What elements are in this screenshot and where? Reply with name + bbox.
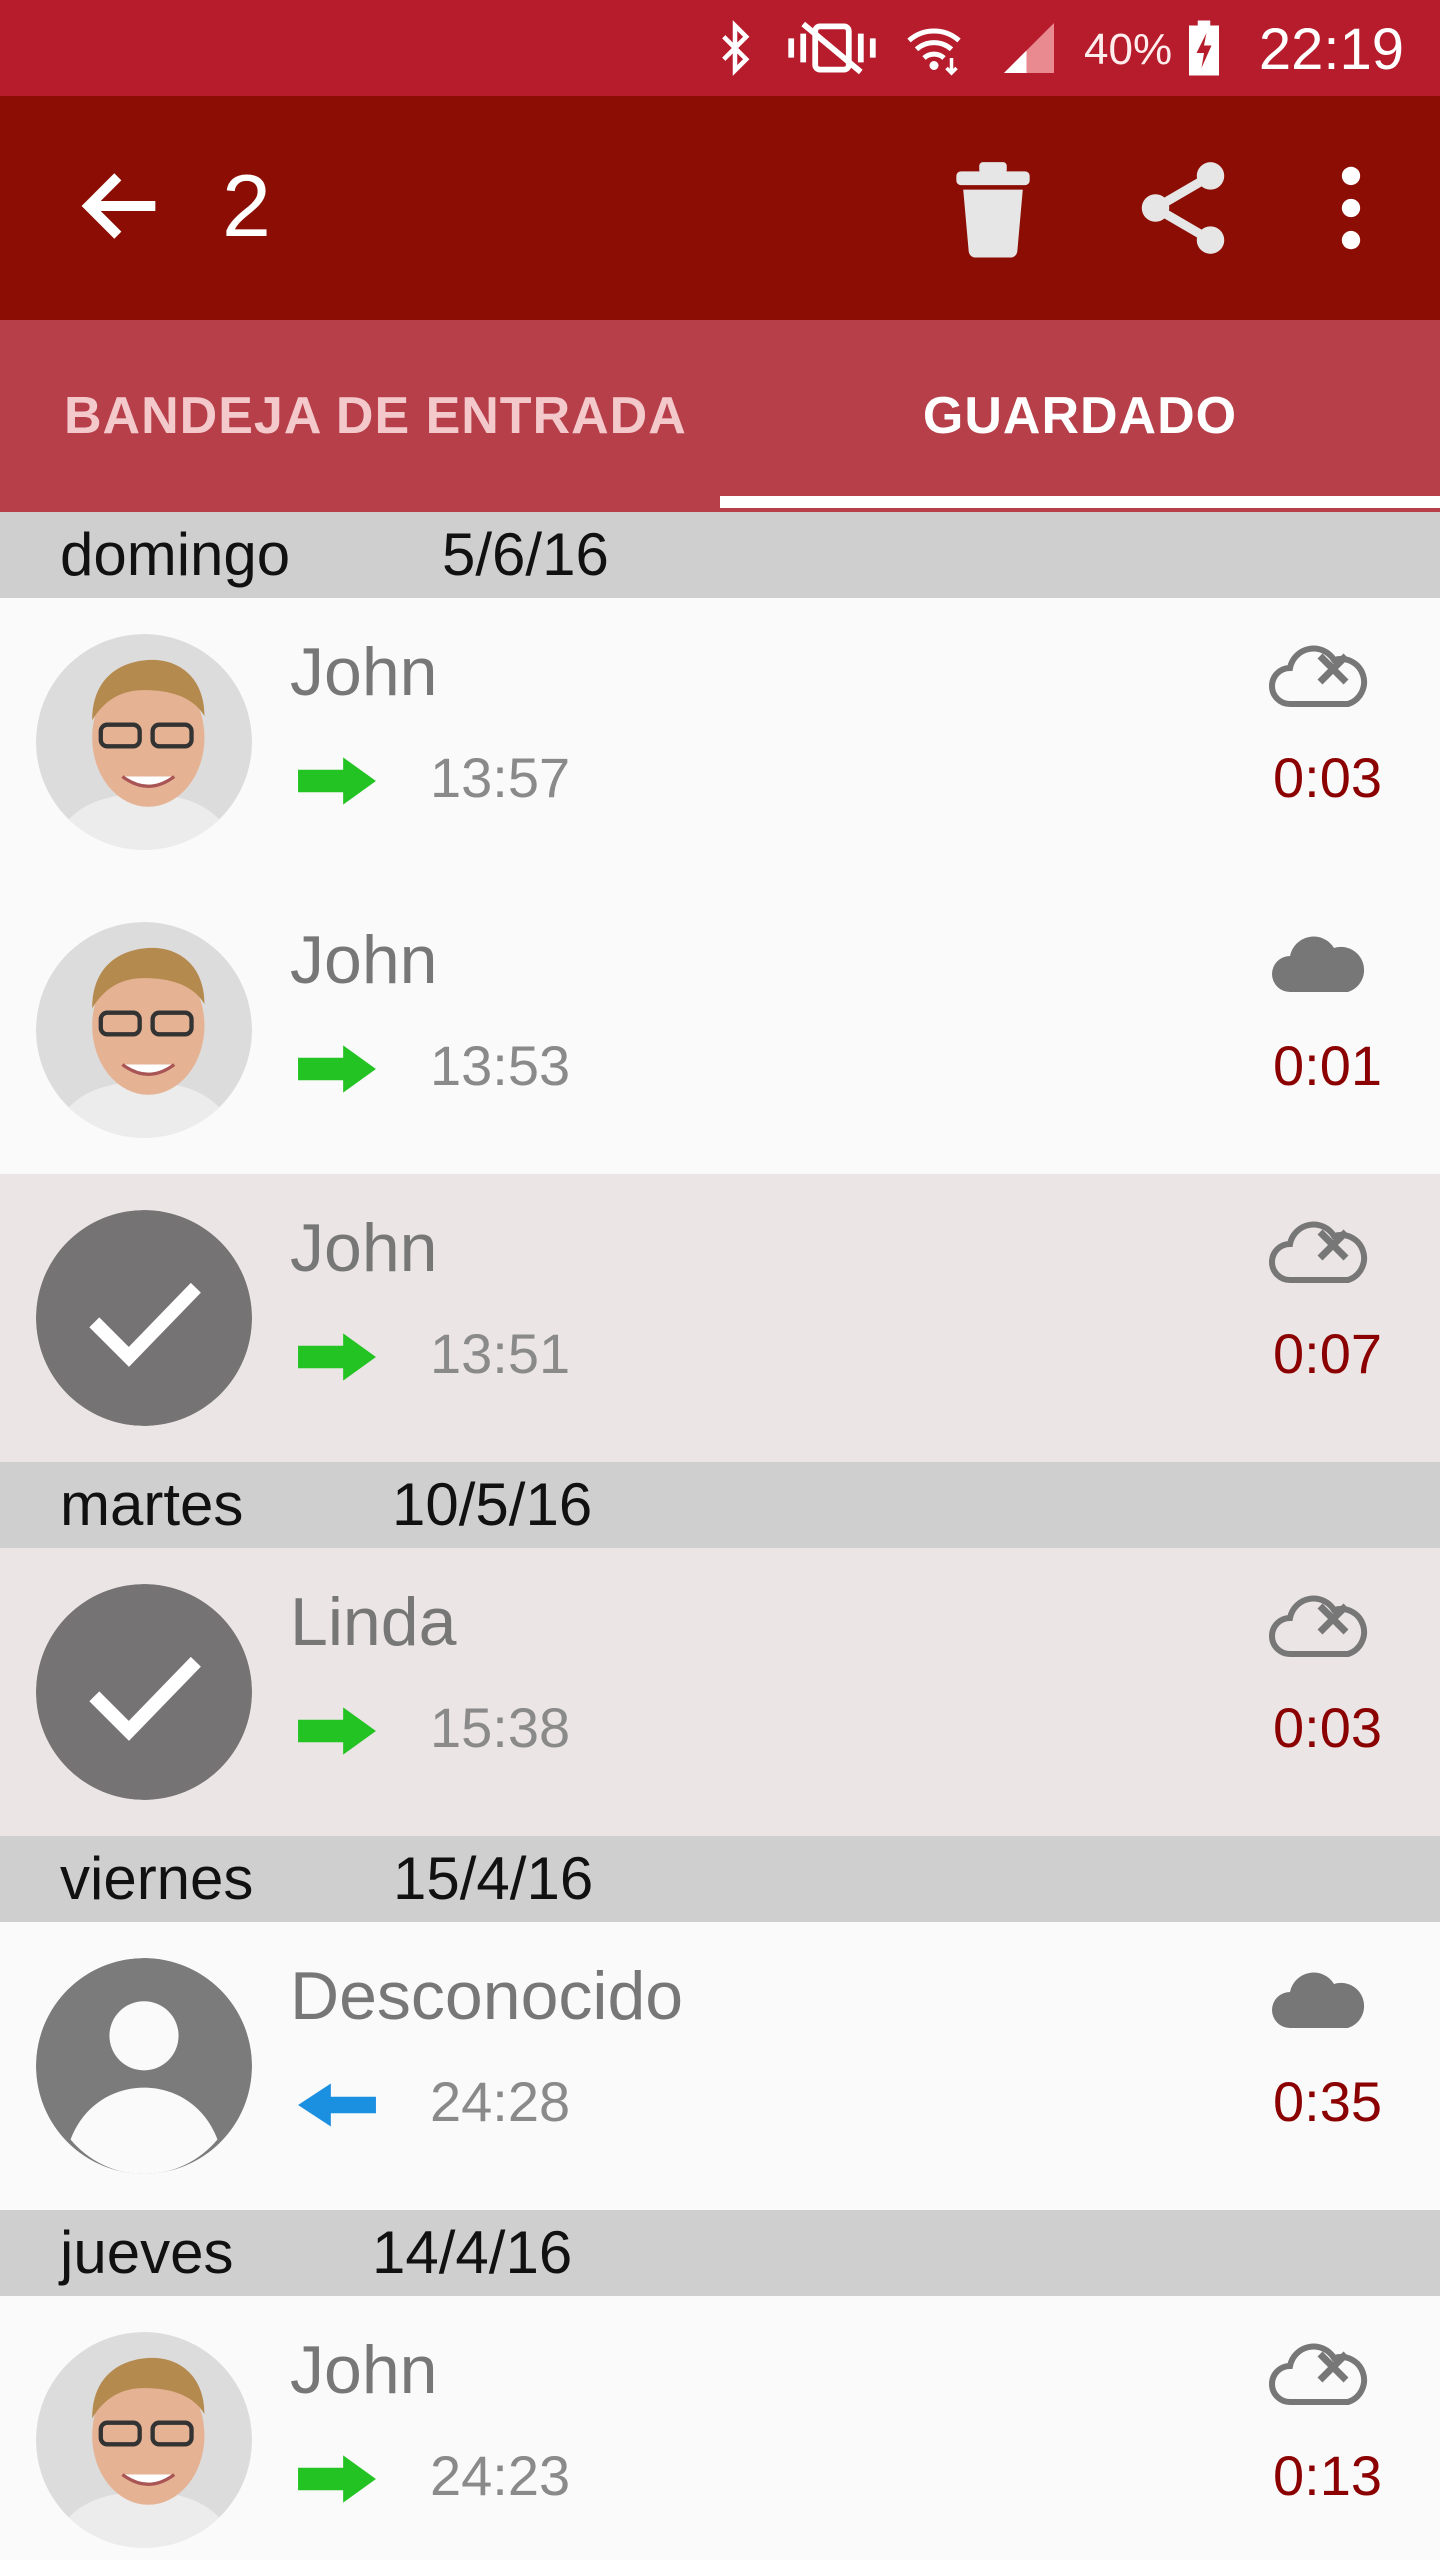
check-icon <box>36 1584 252 1800</box>
arrow-back-icon[interactable] <box>72 156 172 256</box>
date-header-day: jueves <box>60 2219 234 2286</box>
incoming-arrow-icon <box>298 2083 376 2127</box>
check-icon <box>36 1210 252 1426</box>
call-row[interactable]: John 13:53 0:01 <box>0 886 1440 1174</box>
contact-name: Linda <box>290 1584 457 1660</box>
avatar[interactable] <box>36 2332 252 2548</box>
wifi-icon <box>907 28 961 76</box>
cloud-off-icon[interactable] <box>1268 638 1368 714</box>
call-duration: 0:03 <box>1273 1696 1382 1759</box>
avatar[interactable] <box>36 634 252 850</box>
call-row[interactable]: John 13:57 0:03 <box>0 598 1440 886</box>
date-header-date: 15/4/16 <box>393 1845 594 1912</box>
battery-percentage: 40% <box>1084 25 1173 74</box>
avatar[interactable] <box>36 922 252 1138</box>
outgoing-arrow-icon <box>298 1045 376 1093</box>
date-header-date: 10/5/16 <box>392 1471 593 1538</box>
status-clock: 22:19 <box>1258 17 1404 82</box>
status-bar: 40% 22:19 <box>0 0 1440 96</box>
call-row[interactable]: Linda 15:38 0:03 <box>0 1548 1440 1836</box>
contact-photo <box>36 634 252 850</box>
date-header-date: 5/6/16 <box>442 521 609 588</box>
call-time: 15:38 <box>430 1696 571 1759</box>
selected-count: 2 <box>222 156 271 255</box>
date-header: viernes 15/4/16 <box>0 1836 1440 1922</box>
date-header: martes 10/5/16 <box>0 1462 1440 1548</box>
outgoing-arrow-icon <box>298 1707 376 1755</box>
call-row[interactable]: Desconocido 24:28 0:35 <box>0 1922 1440 2210</box>
contact-name: John <box>290 2332 438 2408</box>
contact-name: John <box>290 922 438 998</box>
date-header-date: 14/4/16 <box>372 2219 573 2286</box>
tab-saved[interactable]: GUARDADO <box>720 320 1440 512</box>
cloud-icon[interactable] <box>1268 1962 1368 2038</box>
cloud-icon[interactable] <box>1268 926 1368 1002</box>
more-vert-icon[interactable] <box>1296 152 1406 264</box>
tab-bar: BANDEJA DE ENTRADA GUARDADO <box>0 320 1440 512</box>
call-duration: 0:03 <box>1273 746 1382 809</box>
contact-photo <box>36 922 252 1138</box>
battery-charging-icon <box>1189 20 1219 76</box>
call-duration: 0:01 <box>1273 1034 1382 1097</box>
call-row[interactable]: John 24:23 0:13 <box>0 2296 1440 2560</box>
contact-name: John <box>290 634 438 710</box>
active-tab-indicator <box>720 496 1440 508</box>
action-toolbar: 2 <box>0 96 1440 320</box>
date-header-day: domingo <box>60 521 291 588</box>
recordings-list[interactable]: domingo 5/6/16 John 13:57 0:03 John 13:53 0:01 J… <box>0 512 1440 2560</box>
share-icon[interactable] <box>1128 152 1238 264</box>
cloud-off-icon[interactable] <box>1268 2336 1368 2412</box>
date-header: jueves 14/4/16 <box>0 2210 1440 2296</box>
date-header: domingo 5/6/16 <box>0 512 1440 598</box>
contact-name: Desconocido <box>290 1958 684 2034</box>
call-duration: 0:13 <box>1273 2444 1382 2507</box>
person-icon <box>36 1958 252 2174</box>
call-time: 13:51 <box>430 1322 571 1385</box>
avatar[interactable] <box>36 1210 252 1426</box>
tab-inbox[interactable]: BANDEJA DE ENTRADA <box>0 320 720 512</box>
signal-icon <box>1004 23 1054 73</box>
contact-photo <box>36 2332 252 2548</box>
trash-icon[interactable] <box>938 152 1048 264</box>
call-time: 24:23 <box>430 2444 571 2507</box>
call-time: 13:53 <box>430 1034 571 1097</box>
outgoing-arrow-icon <box>298 2455 376 2503</box>
cloud-off-icon[interactable] <box>1268 1588 1368 1664</box>
date-header-day: viernes <box>60 1845 254 1912</box>
cloud-off-icon[interactable] <box>1268 1214 1368 1290</box>
avatar[interactable] <box>36 1584 252 1800</box>
call-time: 13:57 <box>430 746 571 809</box>
call-duration: 0:35 <box>1273 2070 1382 2133</box>
outgoing-arrow-icon <box>298 1333 376 1381</box>
avatar[interactable] <box>36 1958 252 2174</box>
call-row[interactable]: John 13:51 0:07 <box>0 1174 1440 1462</box>
call-time: 24:28 <box>430 2070 571 2133</box>
outgoing-arrow-icon <box>298 757 376 805</box>
date-header-day: martes <box>60 1471 244 1538</box>
contact-name: John <box>290 1210 438 1286</box>
vibrate-icon <box>788 21 876 75</box>
bluetooth-icon <box>722 20 750 76</box>
call-duration: 0:07 <box>1273 1322 1382 1385</box>
